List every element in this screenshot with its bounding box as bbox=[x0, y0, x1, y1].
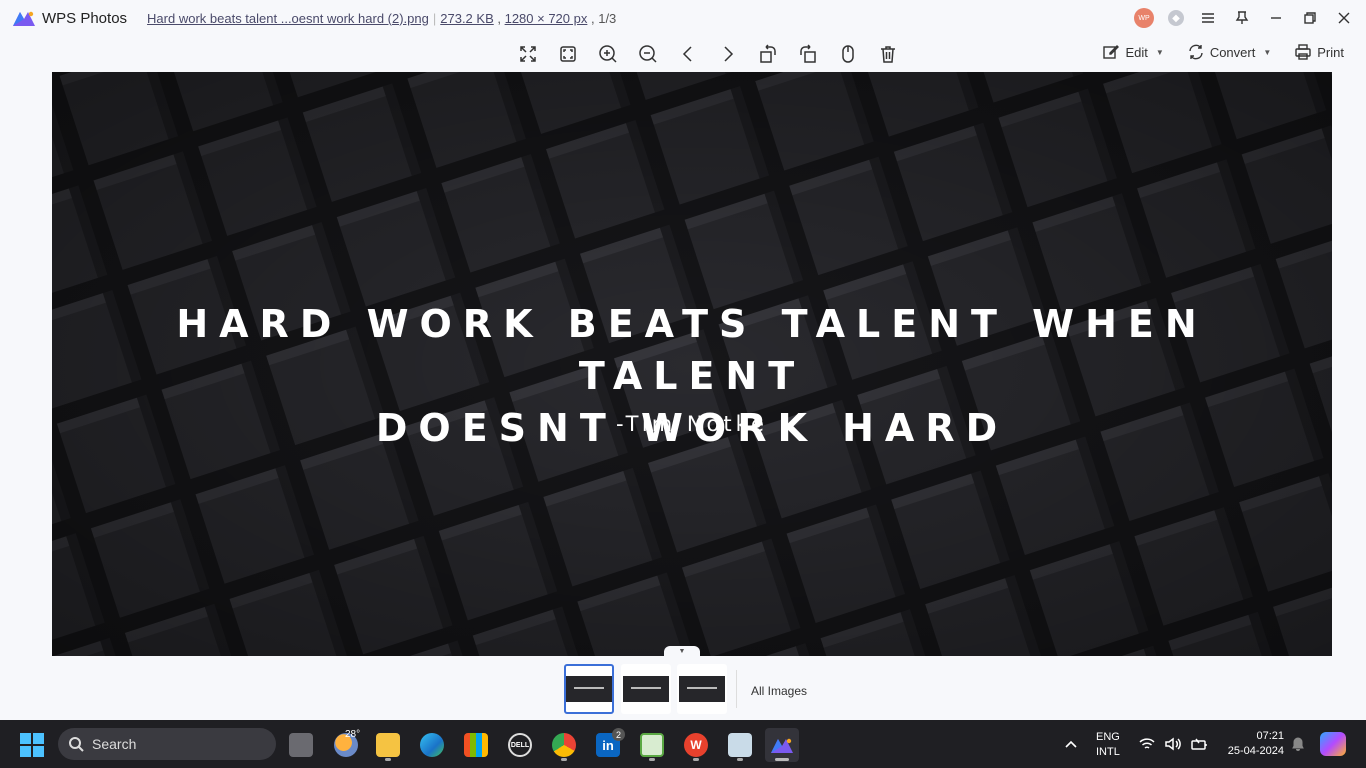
wps-photos-logo-icon bbox=[13, 11, 35, 26]
spreadsheet-icon bbox=[640, 733, 664, 757]
start-button[interactable] bbox=[20, 733, 44, 757]
close-button[interactable] bbox=[1334, 8, 1354, 28]
comma: , bbox=[493, 10, 505, 26]
weather-temperature: 28° bbox=[345, 729, 361, 740]
window-controls: WP ◆ bbox=[1134, 0, 1354, 36]
store-app[interactable] bbox=[459, 728, 493, 762]
convert-label: Convert bbox=[1209, 44, 1256, 60]
toolbar: Edit ▼ Convert ▼ Print bbox=[0, 36, 1366, 72]
menu-icon[interactable] bbox=[1198, 8, 1218, 28]
language-indicator[interactable]: ENG INTL bbox=[1096, 730, 1120, 760]
battery-icon bbox=[1191, 738, 1207, 750]
print-label: Print bbox=[1317, 44, 1344, 60]
taskbar-search[interactable]: Search bbox=[58, 728, 276, 760]
all-images-link[interactable]: All Images bbox=[751, 684, 807, 698]
dell-app[interactable]: DELL bbox=[503, 728, 537, 762]
notification-badge: 2 bbox=[612, 728, 625, 741]
store-icon bbox=[464, 733, 488, 757]
quote-author: -Tim Notke bbox=[616, 412, 768, 436]
volume-icon bbox=[1165, 737, 1181, 751]
avatar[interactable]: WP bbox=[1134, 8, 1154, 28]
wifi-icon bbox=[1139, 738, 1155, 749]
date: 25-04-2024 bbox=[1227, 745, 1284, 757]
chevron-down-icon: ▼ bbox=[1263, 47, 1272, 57]
actual-size-icon[interactable] bbox=[552, 42, 584, 66]
dell-icon: DELL bbox=[508, 733, 532, 757]
comma: , bbox=[587, 10, 599, 26]
task-view-icon bbox=[289, 733, 313, 757]
collapse-strip-button[interactable]: ▼ bbox=[664, 646, 700, 656]
keyboard-layout: INTL bbox=[1096, 746, 1120, 758]
edge-app[interactable] bbox=[415, 728, 449, 762]
edit-label: Edit bbox=[1125, 44, 1148, 60]
copilot-icon[interactable] bbox=[1320, 732, 1346, 756]
edit-button[interactable]: Edit ▼ bbox=[1103, 44, 1164, 60]
chrome-app[interactable] bbox=[547, 728, 581, 762]
thumbnail-3[interactable] bbox=[677, 664, 727, 714]
language-code: ENG bbox=[1096, 731, 1120, 743]
system-tray[interactable] bbox=[1138, 735, 1208, 753]
file-name-link[interactable]: Hard work beats talent ...oesnt work har… bbox=[147, 11, 429, 26]
divider: | bbox=[432, 10, 437, 26]
print-button[interactable]: Print bbox=[1295, 44, 1344, 60]
app-name: WPS Photos bbox=[42, 9, 128, 27]
thumbnail-image bbox=[566, 676, 612, 702]
thumbnail-image bbox=[679, 676, 725, 702]
snipping-app[interactable] bbox=[723, 728, 757, 762]
image-viewer[interactable]: HARD WORK BEATS TALENT WHEN TALENT DOESN… bbox=[52, 72, 1332, 656]
file-size-link[interactable]: 273.2 KB bbox=[440, 11, 494, 26]
thumbnail-2[interactable] bbox=[621, 664, 671, 714]
next-icon[interactable] bbox=[712, 42, 744, 66]
image-position: 1/3 bbox=[598, 10, 617, 26]
rotate-left-icon[interactable] bbox=[752, 42, 784, 66]
thumbnail-1[interactable] bbox=[564, 664, 614, 714]
file-info: Hard work beats talent ...oesnt work har… bbox=[147, 11, 616, 26]
fit-screen-icon[interactable] bbox=[512, 42, 544, 66]
zoom-out-icon[interactable] bbox=[632, 42, 664, 66]
task-view-button[interactable] bbox=[284, 728, 318, 762]
file-explorer-app[interactable] bbox=[371, 728, 405, 762]
mouse-mode-icon[interactable] bbox=[832, 42, 864, 66]
snipping-tool-icon bbox=[728, 733, 752, 757]
title-bar: WPS Photos Hard work beats talent ...oes… bbox=[0, 0, 1366, 36]
convert-button[interactable]: Convert ▼ bbox=[1188, 44, 1271, 60]
convert-icon bbox=[1189, 44, 1203, 60]
wps-office-app[interactable]: W bbox=[679, 728, 713, 762]
dimensions-link[interactable]: 1280 × 720 px bbox=[505, 11, 588, 26]
chrome-icon bbox=[552, 733, 576, 757]
time: 07:21 bbox=[1256, 730, 1284, 742]
sheets-app[interactable] bbox=[635, 728, 669, 762]
action-buttons: Edit ▼ Convert ▼ Print bbox=[1103, 44, 1344, 60]
search-icon bbox=[69, 737, 84, 752]
wps-office-icon: W bbox=[684, 733, 708, 757]
minimize-button[interactable] bbox=[1266, 8, 1286, 28]
chevron-up-icon[interactable] bbox=[1063, 736, 1079, 752]
thumbnail-image bbox=[623, 676, 669, 702]
delete-icon[interactable] bbox=[872, 42, 904, 66]
previous-icon[interactable] bbox=[672, 42, 704, 66]
search-placeholder: Search bbox=[92, 736, 137, 752]
image-tools bbox=[512, 42, 904, 66]
divider bbox=[736, 670, 737, 708]
folder-icon bbox=[376, 733, 400, 757]
notification-bell-icon[interactable] bbox=[1290, 735, 1306, 756]
printer-icon bbox=[1295, 44, 1311, 60]
maximize-button[interactable] bbox=[1300, 8, 1320, 28]
edit-icon bbox=[1103, 45, 1120, 59]
clock[interactable]: 07:21 25-04-2024 bbox=[1218, 729, 1284, 759]
chevron-down-icon: ▼ bbox=[1155, 47, 1164, 57]
wps-photos-icon bbox=[771, 738, 793, 753]
zoom-in-icon[interactable] bbox=[592, 42, 624, 66]
wps-photos-taskbar-app[interactable] bbox=[765, 728, 799, 762]
taskbar: Search 28° DELL in 2 W ENG INTL 07:21 25… bbox=[0, 720, 1366, 768]
premium-icon[interactable]: ◆ bbox=[1168, 10, 1184, 26]
quote-line-1: HARD WORK BEATS TALENT WHEN TALENT bbox=[176, 302, 1208, 398]
linkedin-app[interactable]: in 2 bbox=[591, 728, 625, 762]
rotate-right-icon[interactable] bbox=[792, 42, 824, 66]
thumbnail-strip: All Images bbox=[0, 656, 1366, 720]
edge-icon bbox=[420, 733, 444, 757]
pin-icon[interactable] bbox=[1232, 8, 1252, 28]
